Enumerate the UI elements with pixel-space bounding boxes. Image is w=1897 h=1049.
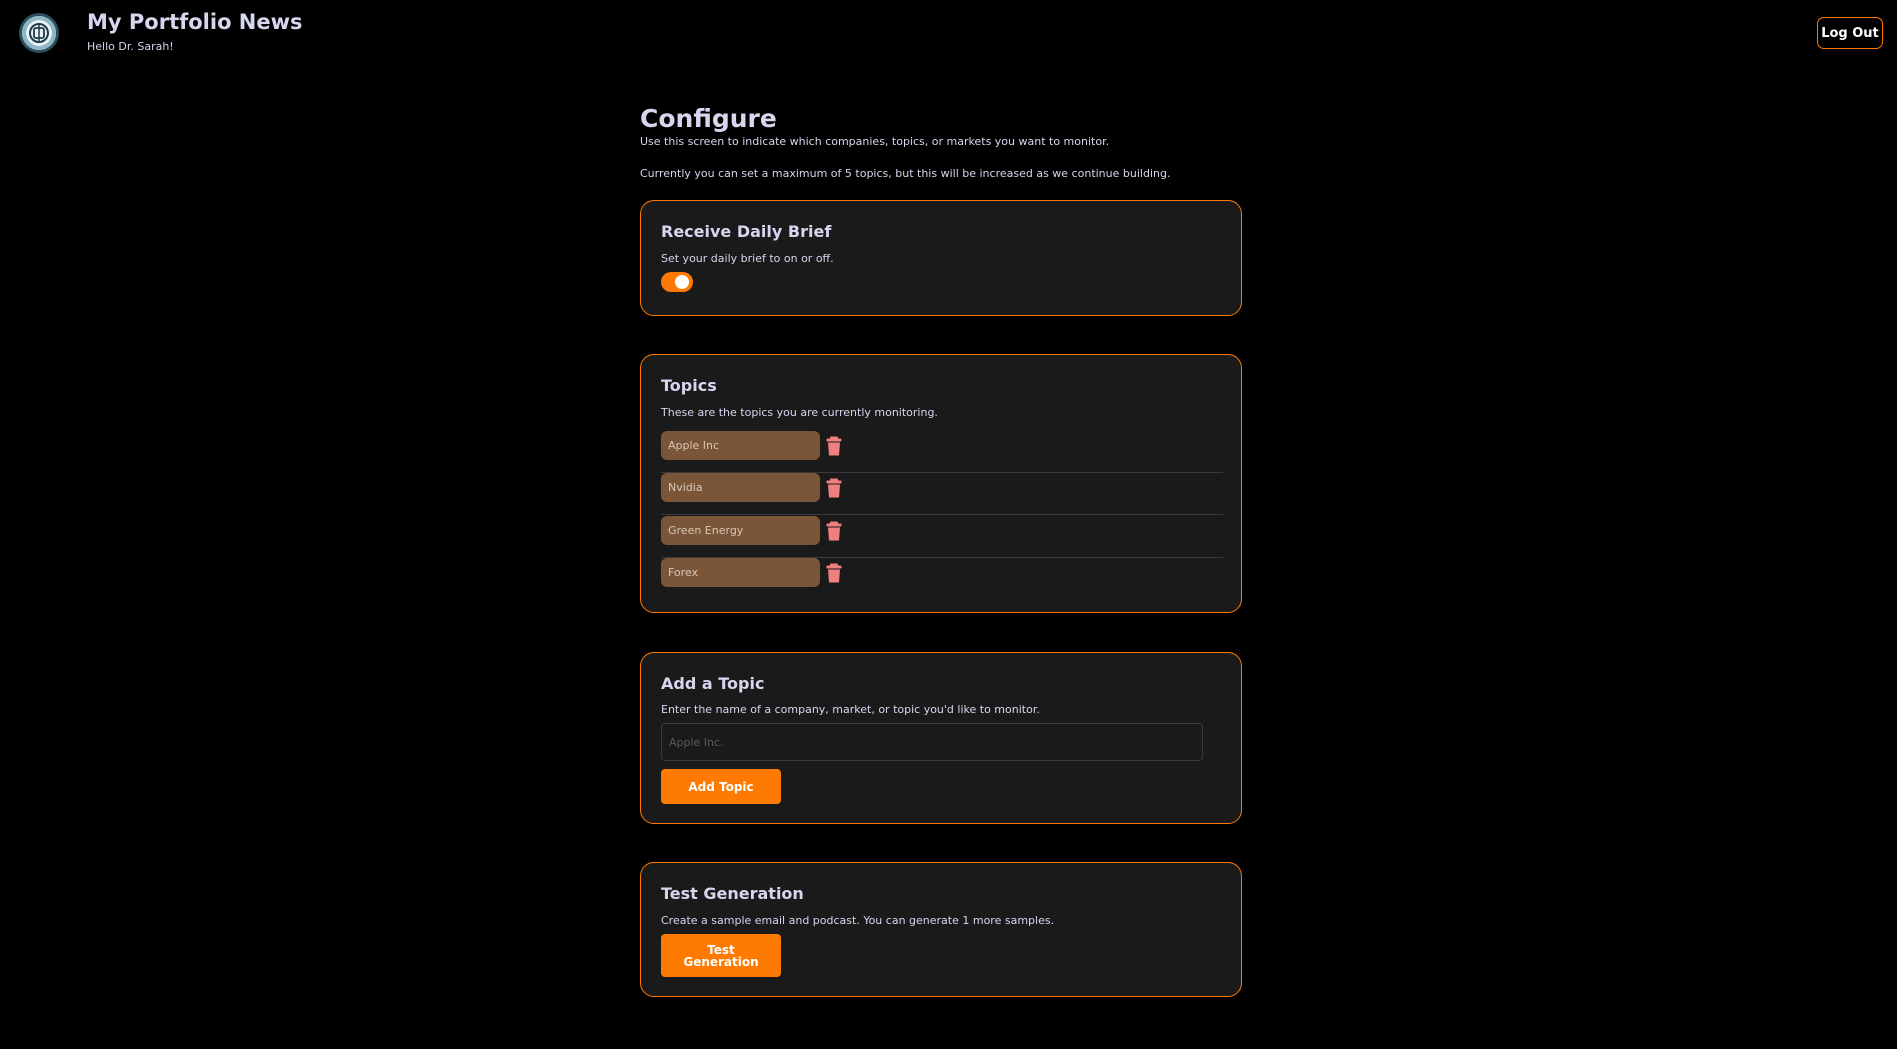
intro-text: Use this screen to indicate which compan… (640, 135, 1110, 148)
test-generation-card: Test Generation Create a sample email an… (640, 862, 1242, 997)
topics-title: Topics (661, 376, 717, 395)
test-generation-button[interactable]: Test Generation (661, 934, 781, 977)
toggle-knob (675, 275, 689, 289)
trash-icon[interactable] (826, 436, 842, 456)
topic-row: Forex (661, 558, 1223, 600)
daily-brief-description: Set your daily brief to on or off. (661, 252, 834, 265)
test-generation-description: Create a sample email and podcast. You c… (661, 914, 1055, 927)
brand-logo-icon[interactable] (19, 13, 59, 53)
topic-row: Apple Inc (661, 431, 1223, 473)
topic-row: Green Energy (661, 516, 1223, 558)
topic-chip[interactable]: Forex (661, 558, 820, 587)
topic-limit-text: Currently you can set a maximum of 5 top… (640, 167, 1171, 180)
test-generation-title: Test Generation (661, 884, 804, 903)
daily-brief-toggle[interactable] (661, 272, 693, 292)
trash-icon[interactable] (826, 563, 842, 583)
topic-chip[interactable]: Apple Inc (661, 431, 820, 460)
logout-button[interactable]: Log Out (1817, 17, 1883, 49)
topic-chip[interactable]: Nvidia (661, 473, 820, 502)
page-title: Configure (640, 104, 777, 133)
topic-chip[interactable]: Green Energy (661, 516, 820, 545)
trash-icon[interactable] (826, 478, 842, 498)
topic-name-input[interactable] (661, 723, 1203, 761)
add-topic-description: Enter the name of a company, market, or … (661, 703, 1040, 716)
app-title: My Portfolio News (87, 10, 303, 34)
add-topic-title: Add a Topic (661, 674, 765, 693)
daily-brief-card: Receive Daily Brief Set your daily brief… (640, 200, 1242, 316)
user-greeting: Hello Dr. Sarah! (87, 40, 174, 53)
trash-icon[interactable] (826, 521, 842, 541)
topics-description: These are the topics you are currently m… (661, 406, 938, 419)
topics-card: Topics These are the topics you are curr… (640, 354, 1242, 613)
daily-brief-title: Receive Daily Brief (661, 222, 832, 241)
add-topic-card: Add a Topic Enter the name of a company,… (640, 652, 1242, 824)
app-header: My Portfolio News Hello Dr. Sarah! Log O… (0, 0, 1897, 66)
topic-row: Nvidia (661, 473, 1223, 515)
add-topic-button[interactable]: Add Topic (661, 769, 781, 804)
